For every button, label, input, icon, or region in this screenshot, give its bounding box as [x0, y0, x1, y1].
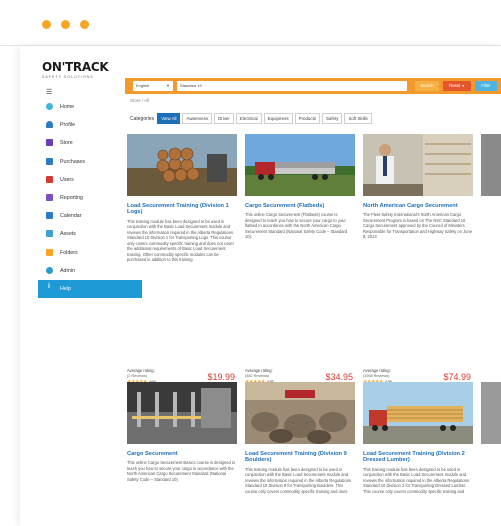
review-count: (1968 Reviews): [363, 374, 390, 378]
sidebar-item-home[interactable]: Home: [38, 98, 142, 116]
product-price: $34.95: [325, 372, 353, 382]
search-button-label: Search: [420, 83, 434, 88]
product-image[interactable]: [245, 382, 355, 444]
product-image[interactable]: [363, 134, 473, 196]
product-description: The Fleet Safety International's North A…: [363, 212, 473, 240]
menu-icon[interactable]: ☰: [46, 88, 52, 96]
sidebar-item-label: Folders: [60, 249, 78, 256]
product-image[interactable]: [481, 382, 501, 444]
product-card: Cargo Securement This online Cargo Secur…: [127, 382, 237, 482]
brand-name: ON'TRACK: [42, 60, 109, 74]
sidebar-item-label: Admin: [60, 267, 76, 274]
category-awareness[interactable]: Awareness: [182, 113, 213, 124]
chevron-down-icon: ▼: [461, 84, 465, 88]
sidebar-item-label: Home: [60, 104, 75, 111]
admin-icon: [46, 266, 53, 274]
window-dot-icon: [42, 20, 51, 29]
app-window: ON'TRACK SAFETY SOLUTIONS ☰ Home Profile…: [20, 46, 501, 526]
sidebar-item-label: Assets: [60, 231, 76, 238]
review-count: (482 Reviews): [245, 374, 270, 378]
search-input-value: Standard 10: [180, 83, 202, 88]
category-safety[interactable]: Safety: [321, 113, 343, 124]
product-price: $19.99: [207, 372, 235, 382]
product-description: This training module has been designed t…: [363, 466, 470, 494]
product-card-partial: [481, 382, 501, 526]
average-rating-label: Average rating:: [127, 368, 155, 373]
sidebar-item-label: Help: [60, 285, 71, 292]
product-card: North American Cargo Securement The Flee…: [363, 134, 473, 407]
reporting-icon: [46, 193, 53, 201]
category-soft-skills[interactable]: Soft Skills: [344, 113, 372, 124]
category-equipment[interactable]: Equipment: [263, 113, 293, 124]
filter-button-label: Filter: [481, 83, 491, 88]
product-image[interactable]: [127, 382, 237, 444]
category-electrical[interactable]: Electrical: [235, 113, 262, 124]
reset-button-label: Reset: [449, 83, 461, 88]
folders-icon: [46, 248, 53, 256]
average-rating-label: Average rating:: [245, 368, 273, 373]
breadcrumb: Store / All: [130, 98, 149, 103]
average-rating-label: Average rating:: [363, 368, 391, 373]
product-image[interactable]: [481, 134, 501, 196]
window-titlebar: [0, 0, 501, 46]
product-title[interactable]: Cargo Securement (Flatbeds): [245, 203, 355, 209]
category-view-all[interactable]: View All: [157, 113, 181, 124]
sidebar-item-label: Purchases: [60, 158, 86, 165]
brand-logo[interactable]: ON'TRACK SAFETY SOLUTIONS: [42, 60, 109, 79]
sidebar-item-label: Calendar: [60, 213, 82, 220]
product-image[interactable]: [127, 134, 237, 196]
product-image[interactable]: [245, 134, 355, 196]
product-card: Load Securement Training (Division 9 Bou…: [245, 382, 355, 494]
assets-icon: [46, 230, 53, 238]
search-bar: English ▼ Standard 10 Search Reset ▼ Filt…: [125, 78, 501, 94]
filter-button[interactable]: Filter: [475, 81, 497, 91]
sidebar-item-admin[interactable]: Admin: [38, 262, 142, 280]
product-price: $74.99: [443, 372, 471, 382]
language-value: English: [136, 83, 150, 88]
brand-tagline: SAFETY SOLUTIONS: [42, 75, 94, 79]
sidebar-item-label: Profile: [60, 122, 76, 129]
chevron-down-icon: ▼: [166, 83, 170, 88]
product-description: This training module has been designed t…: [245, 466, 352, 494]
product-title[interactable]: Load Securement Training (Division 1 Log…: [127, 203, 237, 216]
window-dot-icon: [80, 20, 89, 29]
users-icon: [46, 175, 53, 183]
category-products[interactable]: Products: [294, 113, 320, 124]
product-card-partial: [481, 134, 501, 384]
product-description: This online Cargo Securement Basics cour…: [127, 460, 236, 482]
category-driver[interactable]: Driver: [214, 113, 234, 124]
store-icon: [46, 139, 53, 147]
categories-label: Categories: [130, 115, 155, 122]
profile-icon: [46, 121, 53, 129]
product-card: Load Securement Training (Division 2 Dre…: [363, 382, 473, 494]
sidebar-item-label: Users: [60, 176, 74, 183]
product-card: Cargo Securement (Flatbeds) This online …: [245, 134, 355, 407]
breadcrumb-store[interactable]: Store: [130, 98, 141, 103]
home-icon: [46, 103, 53, 110]
product-card: Load Securement Training (Division 1 Log…: [127, 134, 237, 407]
product-title[interactable]: Cargo Securement: [127, 451, 237, 457]
search-button[interactable]: Search: [415, 81, 439, 91]
product-title[interactable]: Load Securement Training (Division 2 Dre…: [363, 451, 473, 464]
window-dot-icon: [61, 20, 70, 29]
sidebar-item-help[interactable]: i Help: [38, 279, 142, 299]
breadcrumb-all: All: [144, 98, 150, 103]
search-input[interactable]: Standard 10: [177, 81, 407, 91]
language-select[interactable]: English ▼: [133, 81, 173, 91]
category-filter: Categories View All Awareness Driver Ele…: [130, 113, 374, 124]
reset-button[interactable]: Reset ▼: [443, 81, 471, 91]
product-description: This online Cargo Securement (Flatbeds) …: [245, 212, 348, 240]
review-count: (2 Reviews): [127, 374, 148, 378]
sidebar-item-label: Reporting: [60, 195, 83, 202]
sidebar-item-profile[interactable]: Profile: [38, 116, 142, 134]
product-description: This training module has been designed t…: [127, 218, 234, 263]
product-image[interactable]: [363, 382, 473, 444]
product-title[interactable]: Load Securement Training (Division 9 Bou…: [245, 451, 355, 464]
help-icon: i: [48, 282, 50, 290]
product-title[interactable]: North American Cargo Securement: [363, 203, 473, 209]
sidebar-item-label: Store: [60, 140, 73, 147]
calendar-icon: [46, 212, 53, 220]
purchases-icon: [46, 157, 53, 165]
